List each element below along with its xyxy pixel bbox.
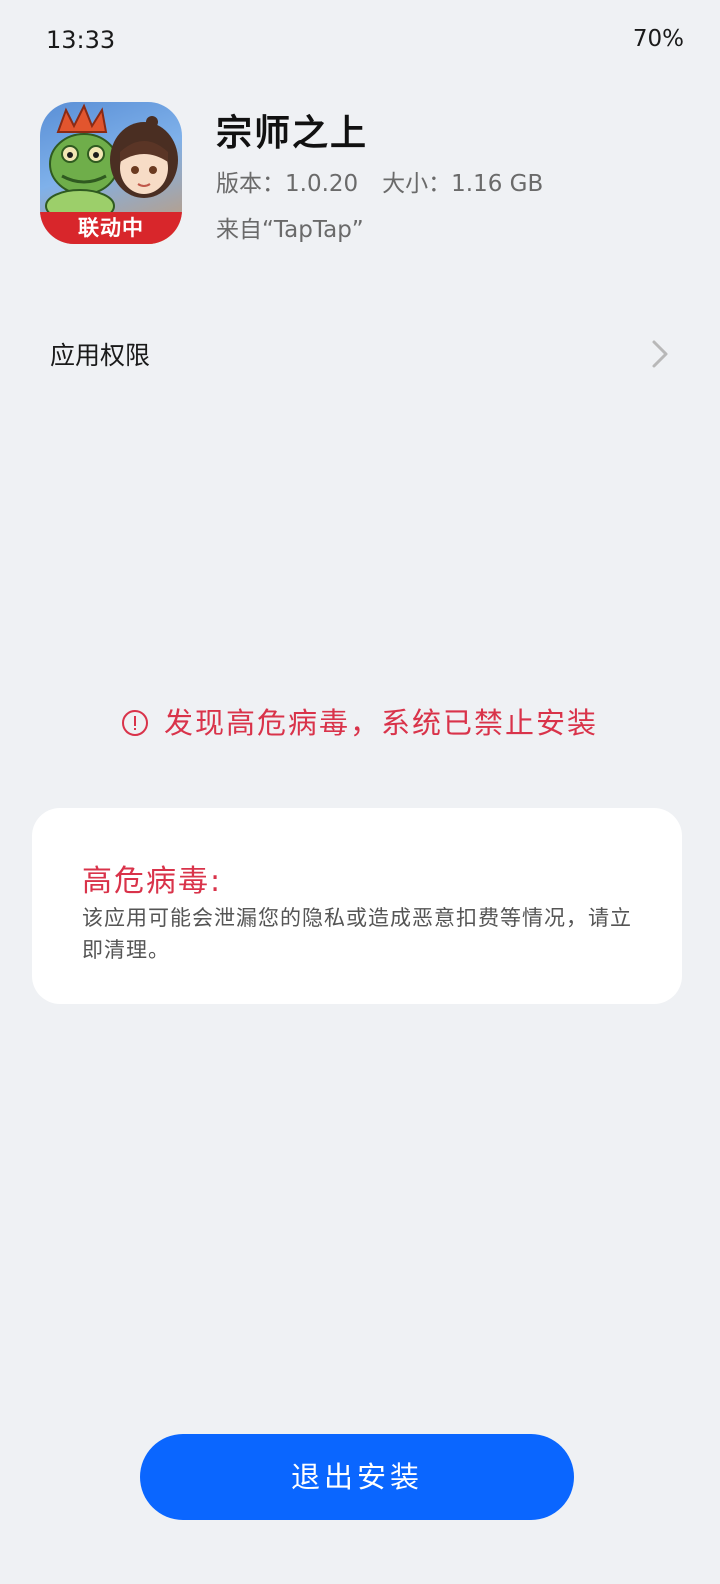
- app-size: 大小：1.16 GB: [382, 171, 544, 197]
- app-icon: 联动中: [40, 102, 182, 244]
- app-source: 来自“TapTap”: [216, 217, 364, 243]
- app-permissions-label: 应用权限: [50, 341, 151, 370]
- status-time: 13:33: [46, 26, 116, 54]
- app-header: 联动中 宗师之上 版本：1.0.20 大小：1.16 GB 来自“TapTap”: [40, 102, 680, 248]
- status-bar: 13:33 70%: [0, 0, 720, 84]
- virus-card-title: 高危病毒:: [82, 864, 223, 899]
- exit-install-button[interactable]: 退出安装: [140, 1434, 574, 1520]
- virus-warning: 发现高危病毒，系统已禁止安装: [0, 700, 720, 742]
- app-name: 宗师之上: [216, 113, 369, 154]
- virus-card-description: 该应用可能会泄漏您的隐私或造成恶意扣费等情况，请立即清理。: [82, 906, 632, 962]
- alert-icon: [121, 710, 148, 736]
- app-icon-badge: 联动中: [40, 212, 182, 244]
- battery-level: 70%: [632, 26, 684, 52]
- virus-detail-card: 高危病毒: 该应用可能会泄漏您的隐私或造成恶意扣费等情况，请立即清理。: [32, 808, 682, 1004]
- chevron-right-icon: [652, 340, 668, 368]
- virus-warning-text: 发现高危病毒，系统已禁止安装: [163, 706, 598, 740]
- app-version: 版本：1.0.20: [216, 171, 359, 197]
- app-permissions-row[interactable]: 应用权限: [0, 316, 720, 392]
- app-meta: 版本：1.0.20 大小：1.16 GB: [216, 164, 547, 198]
